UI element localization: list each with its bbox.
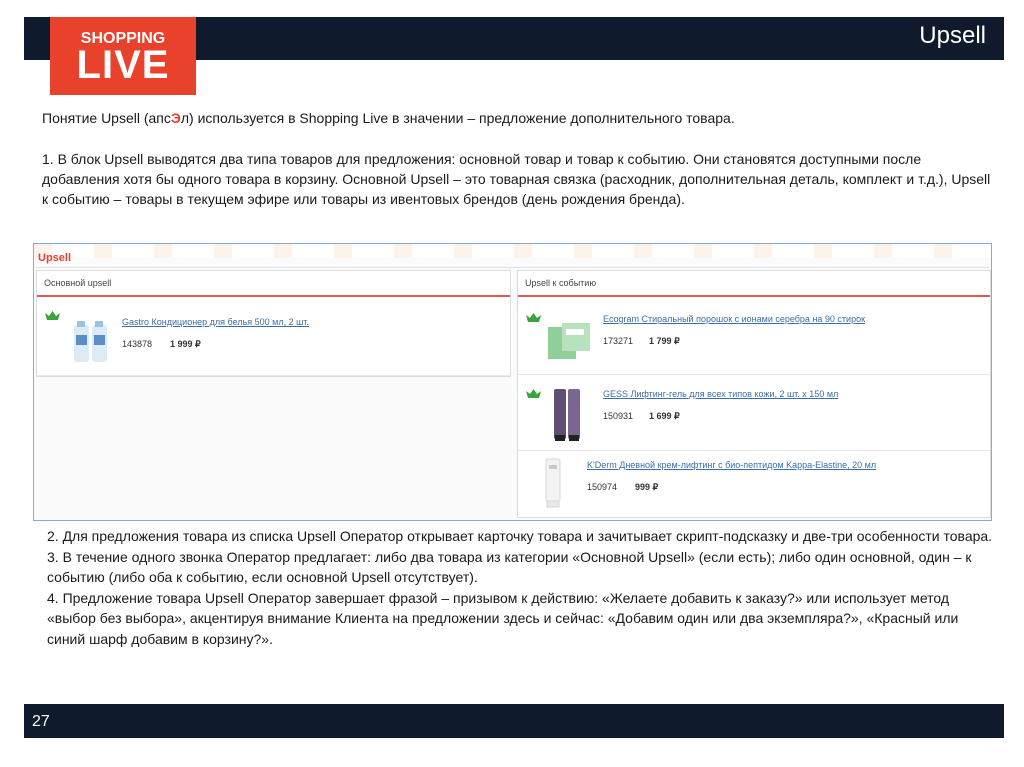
paragraph-1: 1. В блок Upsell выводятся два типа това…: [42, 151, 991, 207]
product-link[interactable]: Ecogram Стиральный порошок с ионами сере…: [603, 314, 865, 324]
product-code: 173271: [603, 336, 634, 346]
product-price: 1 799 ₽: [649, 336, 680, 346]
paragraph-4: 4. Предложение товара Upsell Оператор за…: [47, 589, 959, 647]
list-item[interactable]: Gastro Кондиционер для белья 500 мл, 2 ш…: [37, 297, 510, 376]
intro-after: л) используется в Shopping Live в значен…: [180, 110, 735, 126]
product-code: 150974: [587, 482, 618, 492]
shopping-live-logo: SHOPPING LIVE: [50, 17, 196, 95]
list-item[interactable]: GESS Лифтинг-гель для всех типов кожи, 2…: [518, 375, 990, 451]
divider: [36, 267, 989, 268]
upsell-ui-panel: Upsell Основной upsell Gastro Кондиционе…: [33, 243, 992, 521]
product-image: [554, 389, 580, 441]
list-item[interactable]: Ecogram Стиральный порошок с ионами сере…: [518, 297, 990, 375]
bottom-paragraphs: 2. Для предложения товара из списка Upse…: [47, 526, 997, 649]
product-price: 1 699 ₽: [649, 411, 680, 421]
product-price: 999 ₽: [635, 482, 659, 492]
product-image: [545, 458, 561, 508]
product-price: 1 999 ₽: [170, 339, 201, 349]
panel-background-strip: [34, 244, 991, 258]
paragraph-3: 3. В течение одного звонка Оператор пред…: [47, 548, 972, 586]
product-image: [74, 321, 107, 362]
product-image: [548, 323, 590, 359]
intro-highlight: Э: [170, 110, 181, 126]
product-code: 143878: [122, 339, 153, 349]
slide-title: Upsell: [919, 22, 986, 49]
footer-band: [24, 704, 1004, 738]
intro-before: Понятие Upsell (апс: [42, 110, 171, 126]
intro-text: Понятие Upsell (апсЭл) используется в Sh…: [42, 108, 822, 128]
main-upsell-title: Основной upsell: [37, 271, 510, 297]
product-link[interactable]: K'Derm Дневной крем-лифтинг с био-пептид…: [587, 460, 876, 470]
product-link[interactable]: Gastro Кондиционер для белья 500 мл, 2 ш…: [122, 317, 309, 327]
event-upsell-title: Upsell к событию: [518, 271, 990, 297]
page-number: 27: [32, 713, 50, 730]
crown-icon: [526, 389, 541, 398]
crown-icon: [526, 313, 541, 322]
crown-icon: [45, 311, 60, 320]
paragraph-2: 2. Для предложения товара из списка Upse…: [47, 528, 993, 544]
event-upsell-box: Upsell к событию Ecogram Стиральный поро…: [517, 270, 991, 518]
product-code: 150931: [603, 411, 634, 421]
upsell-header: Upsell: [38, 252, 72, 264]
logo-line2: LIVE: [76, 43, 170, 87]
list-item[interactable]: K'Derm Дневной крем-лифтинг с био-пептид…: [518, 451, 990, 516]
main-upsell-box: Основной upsell Gastro Кондиционер для б…: [36, 270, 511, 377]
product-link[interactable]: GESS Лифтинг-гель для всех типов кожи, 2…: [603, 389, 838, 399]
